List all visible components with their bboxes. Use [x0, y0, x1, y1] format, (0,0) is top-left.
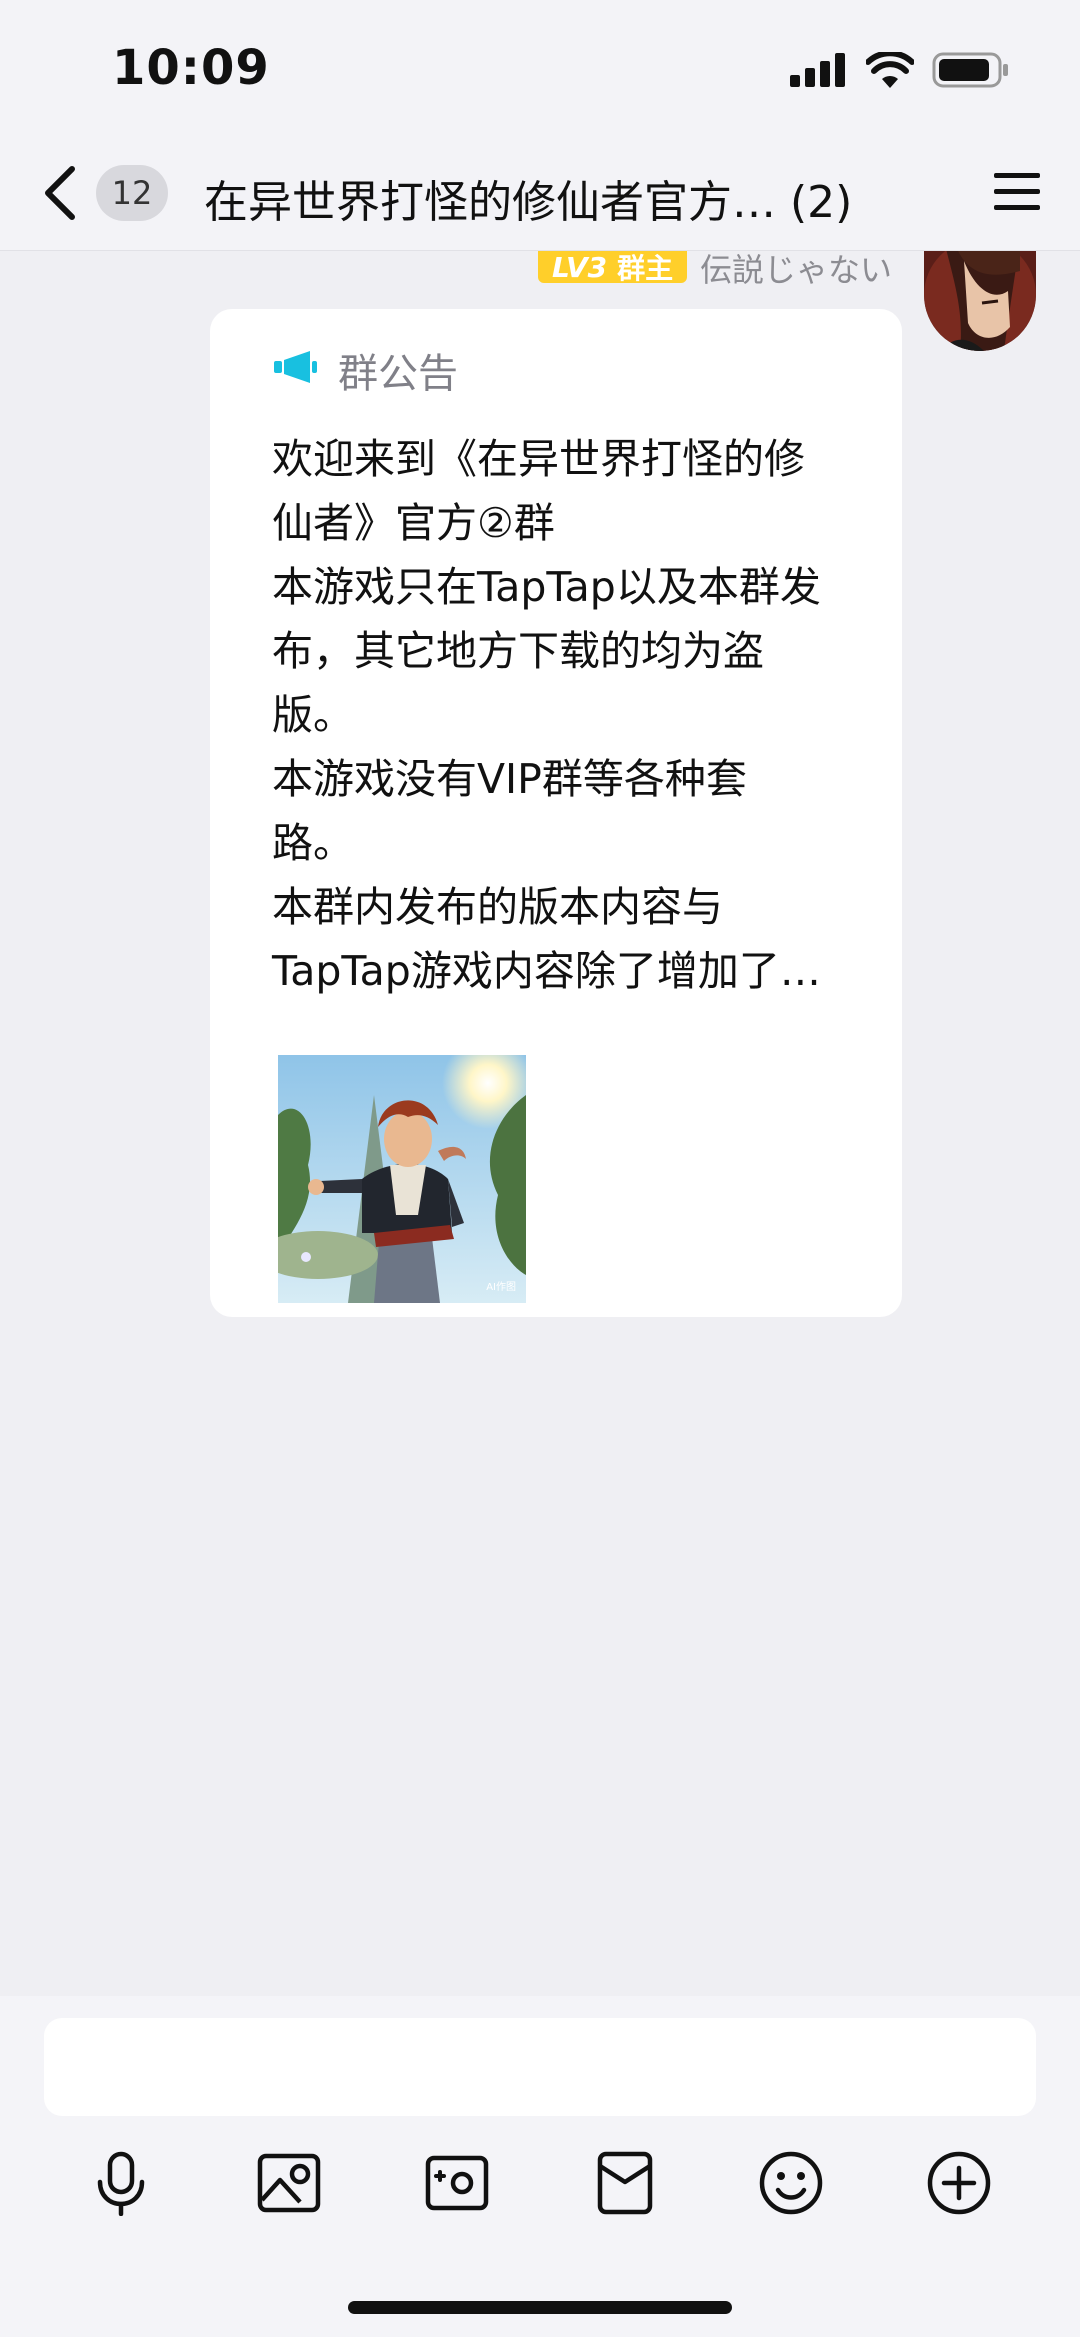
- announcement-body: 欢迎来到《在异世界打怪的修 仙者》官方②群 本游戏只在TapTap以及本群发 布…: [272, 435, 821, 995]
- level-tag: LV3: [552, 250, 608, 284]
- hamburger-menu-icon[interactable]: [992, 170, 1042, 214]
- sender-name[interactable]: 伝説じゃない: [700, 245, 892, 291]
- home-indicator: [348, 2301, 732, 2314]
- megaphone-icon: [274, 351, 317, 383]
- chat-message-list[interactable]: LV3 群主 伝説じゃない 群公告 欢迎来到《在异世界打怪的修 仙者》官方②群 …: [0, 251, 1080, 1996]
- announcement-title: 群公告: [338, 351, 458, 397]
- message-input[interactable]: [44, 2018, 1036, 2116]
- role-label: 群主: [617, 252, 674, 285]
- ai-image-watermark: AI作图: [486, 1282, 516, 1293]
- camera-icon[interactable]: [424, 2150, 490, 2216]
- plus-icon[interactable]: [926, 2150, 992, 2216]
- status-icons: [790, 52, 1010, 88]
- cellular-signal-icon: [790, 53, 845, 87]
- emoji-icon[interactable]: [758, 2150, 824, 2216]
- microphone-icon[interactable]: [88, 2150, 154, 2216]
- status-bar: 10:09: [0, 0, 1080, 140]
- composer-bar: [0, 1996, 1080, 2337]
- member-level-badge: LV3 群主: [538, 250, 688, 285]
- chat-title[interactable]: 在异世界打怪的修仙者官方… (2): [204, 166, 852, 230]
- unread-count-badge[interactable]: 12: [96, 165, 168, 221]
- chat-header: 12 在异世界打怪的修仙者官方… (2): [0, 140, 1080, 251]
- wifi-icon: [866, 52, 914, 88]
- announcement-card[interactable]: 群公告 欢迎来到《在异世界打怪的修 仙者》官方②群 本游戏只在TapTap以及本…: [210, 309, 902, 1317]
- chevron-left-icon[interactable]: [38, 163, 82, 223]
- avatar[interactable]: [924, 251, 1036, 351]
- battery-icon: [932, 52, 1008, 88]
- red-packet-icon[interactable]: [592, 2150, 658, 2216]
- status-time: 10:09: [112, 40, 270, 96]
- photo-icon[interactable]: [256, 2150, 322, 2216]
- announcement-image[interactable]: AI作图: [278, 1055, 526, 1303]
